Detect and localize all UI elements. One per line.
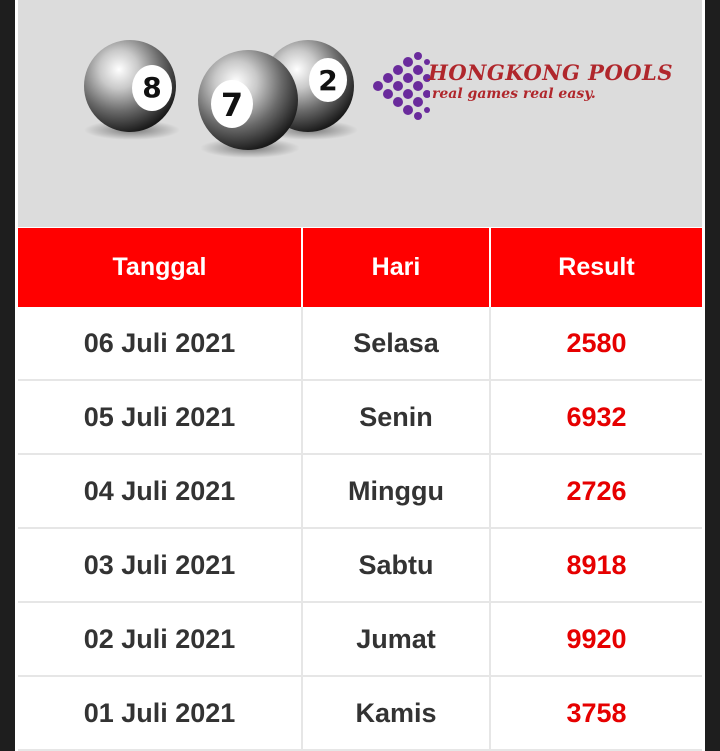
cell-hari: Senin — [302, 380, 491, 455]
table-row: 03 Juli 2021 Sabtu 8918 — [18, 528, 702, 603]
results-table: Tanggal Hari Result 06 Juli 2021 Selasa … — [18, 228, 702, 751]
page-frame: 8 2 7 HONGKONG POOLS real games real eas… — [15, 0, 705, 751]
cell-result: 3758 — [490, 676, 702, 751]
cell-tanggal: 04 Juli 2021 — [18, 454, 303, 529]
table-row: 04 Juli 2021 Minggu 2726 — [18, 454, 702, 529]
cell-tanggal: 05 Juli 2021 — [18, 380, 303, 455]
cell-result: 9920 — [490, 602, 702, 677]
table-header-row: Tanggal Hari Result — [18, 228, 702, 307]
ball-7-icon: 7 — [198, 50, 298, 150]
cell-tanggal: 03 Juli 2021 — [18, 528, 303, 603]
cell-hari: Kamis — [302, 676, 491, 751]
table-row: 05 Juli 2021 Senin 6932 — [18, 380, 702, 455]
svg-text:8: 8 — [142, 71, 161, 104]
cell-result: 2580 — [490, 307, 702, 381]
svg-text:2: 2 — [318, 64, 337, 97]
table-row: 01 Juli 2021 Kamis 3758 — [18, 676, 702, 751]
cell-hari: Selasa — [302, 307, 491, 381]
cell-hari: Minggu — [302, 454, 491, 529]
cell-hari: Sabtu — [302, 528, 491, 603]
header-tanggal: Tanggal — [18, 228, 303, 307]
svg-text:7: 7 — [221, 86, 243, 124]
logo-brand-text: HONGKONG POOLS — [428, 60, 673, 85]
header-hari: Hari — [302, 228, 491, 307]
cell-result: 6932 — [490, 380, 702, 455]
banner: 8 2 7 HONGKONG POOLS real games real eas… — [18, 0, 702, 227]
hongkong-pools-logo: HONGKONG POOLS real games real easy. — [370, 48, 673, 122]
table-row: 06 Juli 2021 Selasa 2580 — [18, 307, 702, 381]
header-result: Result — [490, 228, 702, 307]
cell-hari: Jumat — [302, 602, 491, 677]
logo-dots-icon — [373, 52, 430, 120]
cell-tanggal: 02 Juli 2021 — [18, 602, 303, 677]
table-row: 02 Juli 2021 Jumat 9920 — [18, 602, 702, 677]
cell-result: 2726 — [490, 454, 702, 529]
cell-tanggal: 01 Juli 2021 — [18, 676, 303, 751]
ball-8-icon: 8 — [84, 40, 176, 132]
cell-result: 8918 — [490, 528, 702, 603]
cell-tanggal: 06 Juli 2021 — [18, 307, 303, 381]
logo-tagline-text: real games real easy. — [432, 86, 596, 102]
